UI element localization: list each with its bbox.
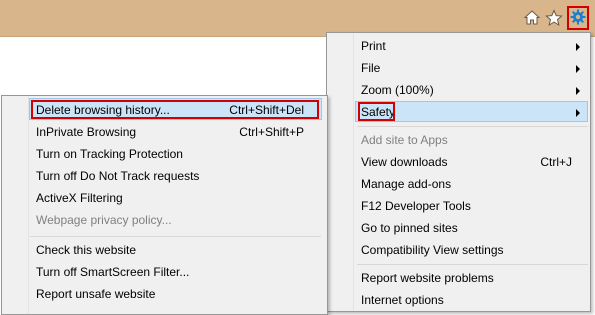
menu-item-label: View downloads — [361, 155, 448, 169]
menu-item-label: Zoom (100%) — [361, 83, 434, 97]
menu-separator — [357, 126, 588, 127]
menu-item-label: F12 Developer Tools — [361, 199, 471, 213]
annotation-highlight-box — [358, 102, 395, 121]
menu-item-label: Turn off SmartScreen Filter... — [36, 265, 190, 279]
menu-icon-gutter — [327, 33, 354, 311]
menu-item-activex-filtering[interactable]: ActiveX Filtering — [36, 187, 319, 209]
menu-item-label: Check this website — [36, 243, 137, 257]
menu-item-label: Webpage privacy policy... — [36, 213, 172, 227]
menu-item-label: Internet options — [361, 293, 444, 307]
menu-item-internet-options[interactable]: Internet options — [361, 289, 586, 311]
favorites-star-icon[interactable] — [544, 8, 564, 28]
menu-item-manage-add-ons[interactable]: Manage add-ons — [361, 173, 586, 195]
menu-item-label: ActiveX Filtering — [36, 191, 123, 205]
menu-item-label: File — [361, 61, 381, 75]
menu-item-report-unsafe-website[interactable]: Report unsafe website — [36, 283, 319, 305]
menu-item-label: Report unsafe website — [36, 287, 156, 301]
menu-item-turn-off-do-not-track[interactable]: Turn off Do Not Track requests — [36, 165, 319, 187]
menu-item-label: Compatibility View settings — [361, 243, 504, 257]
menu-separator — [30, 236, 321, 237]
tools-menu: Print File Zoom (100%) Safety Add site t… — [326, 32, 591, 312]
menu-item-label: Turn off Do Not Track requests — [36, 169, 200, 183]
menu-item-label: Add site to Apps — [361, 133, 448, 147]
menu-item-report-website-problems[interactable]: Report website problems — [361, 267, 586, 289]
menu-item-check-this-website[interactable]: Check this website — [36, 239, 319, 261]
submenu-arrow-icon — [576, 87, 580, 95]
home-icon[interactable] — [522, 8, 542, 28]
menu-item-turn-off-smartscreen-filter[interactable]: Turn off SmartScreen Filter... — [36, 261, 319, 283]
annotation-highlight-box — [31, 100, 319, 119]
submenu-arrow-icon — [576, 109, 580, 117]
menu-separator — [357, 264, 588, 265]
menu-item-file[interactable]: File — [361, 57, 586, 79]
menu-item-go-to-pinned-sites[interactable]: Go to pinned sites — [361, 217, 586, 239]
menu-item-compatibility-view-settings[interactable]: Compatibility View settings — [361, 239, 586, 261]
menu-item-shortcut: Ctrl+J — [540, 155, 572, 169]
menu-item-print[interactable]: Print — [361, 35, 586, 57]
menu-item-label: Report website problems — [361, 271, 494, 285]
menu-item-label: Manage add-ons — [361, 177, 452, 191]
safety-submenu: Delete browsing history... Ctrl+Shift+De… — [1, 95, 328, 315]
menu-icon-gutter — [2, 96, 29, 314]
menu-item-label: Print — [361, 39, 386, 53]
menu-item-turn-on-tracking-protection[interactable]: Turn on Tracking Protection — [36, 143, 319, 165]
menu-item-label: Turn on Tracking Protection — [36, 147, 183, 161]
submenu-arrow-icon — [576, 43, 580, 51]
menu-item-zoom[interactable]: Zoom (100%) — [361, 79, 586, 101]
menu-item-add-site-to-apps: Add site to Apps — [361, 129, 586, 151]
submenu-arrow-icon — [576, 65, 580, 73]
menu-item-label: Go to pinned sites — [361, 221, 458, 235]
menu-item-shortcut: Ctrl+Shift+P — [239, 125, 304, 139]
menu-item-f12-developer-tools[interactable]: F12 Developer Tools — [361, 195, 586, 217]
menu-item-label: InPrivate Browsing — [36, 125, 137, 139]
menu-item-view-downloads[interactable]: View downloads Ctrl+J — [361, 151, 586, 173]
tools-gear-button[interactable] — [567, 6, 589, 30]
tools-gear-icon — [570, 9, 586, 28]
menu-item-inprivate-browsing[interactable]: InPrivate Browsing Ctrl+Shift+P — [36, 121, 319, 143]
menu-item-webpage-privacy-policy: Webpage privacy policy... — [36, 209, 319, 231]
